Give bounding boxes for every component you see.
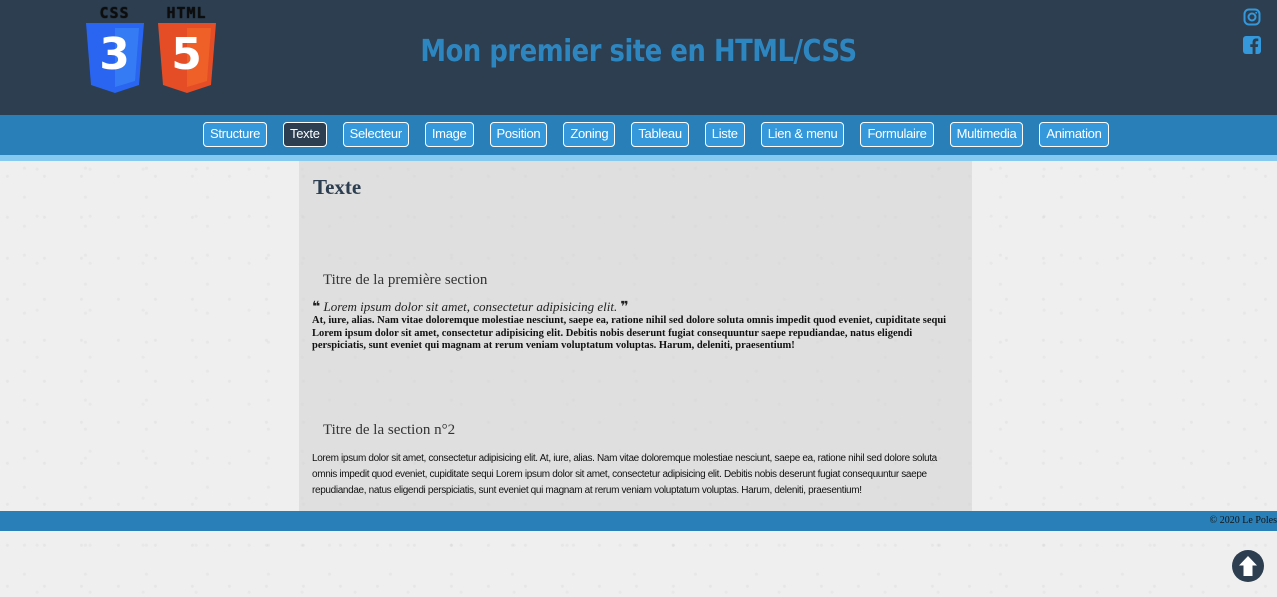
nav-item-formulaire[interactable]: Formulaire [860, 122, 934, 147]
section-1-title: Titre de la première section [323, 272, 488, 288]
nav-item-position[interactable]: Position [489, 122, 548, 147]
nav-item-liste[interactable]: Liste [704, 122, 745, 147]
nav-item-structure[interactable]: Structure [203, 122, 268, 147]
arrow-circle-up-icon [1232, 550, 1264, 582]
nav-item-image[interactable]: Image [424, 122, 474, 147]
section-1-paragraph: At, iure, alias. Nam vitae doloremque mo… [312, 315, 947, 351]
facebook-icon[interactable] [1243, 36, 1261, 54]
social-links [1243, 8, 1263, 64]
quote-text: Lorem ipsum dolor sit amet, consectetur … [323, 299, 618, 314]
nav-item-selecteur[interactable]: Selecteur [342, 122, 409, 147]
nav-item-texte[interactable]: Texte [283, 122, 327, 147]
html-logo-label: HTML [166, 4, 207, 22]
quote-close-icon: ❞ [620, 299, 629, 315]
nav-item-lien-menu[interactable]: Lien & menu [760, 122, 845, 147]
page-title: Texte [313, 175, 362, 199]
nav-item-tableau[interactable]: Tableau [631, 122, 689, 147]
css-logo-label: CSS [99, 4, 130, 22]
site-header: CSS 3 HTML 5 Mon premier site en HTML/CS… [0, 0, 1277, 115]
back-to-top-button[interactable] [1231, 549, 1265, 587]
nav-item-animation[interactable]: Animation [1039, 122, 1109, 147]
quote-open-icon: ❝ [312, 299, 321, 315]
section-1-quote: ❝ Lorem ipsum dolor sit amet, consectetu… [312, 299, 629, 315]
section-2-paragraph: Lorem ipsum dolor sit amet, consectetur … [312, 453, 937, 496]
nav-item-zoning[interactable]: Zoning [563, 122, 616, 147]
site-footer: © 2020 Le Poles [0, 511, 1277, 531]
main-nav: Structure Texte Selecteur Image Position… [0, 115, 1277, 161]
nav-list: Structure Texte Selecteur Image Position… [203, 122, 1109, 147]
instagram-icon[interactable] [1243, 8, 1261, 26]
section-2-title: Titre de la section n°2 [323, 422, 456, 438]
copyright-text: © 2020 Le Poles [1209, 515, 1277, 526]
site-title: Mon premier site en HTML/CSS [420, 34, 857, 69]
main-content: Texte Titre de la première section ❝ Lor… [299, 161, 972, 511]
nav-item-multimedia[interactable]: Multimedia [949, 122, 1024, 147]
